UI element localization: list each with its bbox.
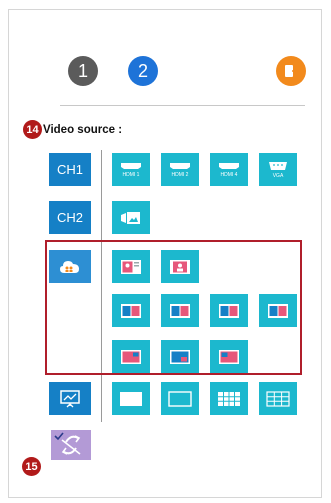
channel-ch1-button[interactable]: CH1 <box>49 153 91 186</box>
grid-1-button[interactable] <box>112 382 150 415</box>
source-hdmi4-button[interactable]: HDMI 4 <box>210 153 248 186</box>
grid-outline-icon <box>168 390 192 407</box>
channel-ch2-button[interactable]: CH2 <box>49 201 91 234</box>
presentation-icon <box>60 389 80 407</box>
source-hdmi2-button[interactable]: HDMI 2 <box>161 153 199 186</box>
grid-4x3-icon <box>218 391 240 406</box>
source-label: HDMI 1 <box>122 171 140 178</box>
exit-icon <box>285 65 299 77</box>
source-label: HDMI 4 <box>220 171 238 178</box>
camera-picture-icon <box>121 211 140 224</box>
divider <box>60 105 305 106</box>
whiteboard-button[interactable] <box>49 382 91 415</box>
source-vga-button[interactable]: VGA <box>259 153 297 186</box>
grid-lines-button[interactable] <box>259 382 297 415</box>
exit-button[interactable] <box>276 56 306 86</box>
hdmi-port-icon <box>121 162 141 169</box>
source-hdmi1-button[interactable]: HDMI 1 <box>112 153 150 186</box>
grid-outline-button[interactable] <box>161 382 199 415</box>
grid-single-icon <box>120 391 142 406</box>
video-source-label: Video source : <box>43 124 123 136</box>
sync-checked-icon <box>54 432 81 455</box>
hdmi-port-icon <box>170 162 190 169</box>
hdmi-port-icon <box>219 162 239 169</box>
callout-badge-15: 15 <box>22 457 41 476</box>
vga-port-icon <box>269 161 287 170</box>
step-1-button[interactable]: 1 <box>68 56 98 86</box>
grid-lines-icon <box>266 390 290 407</box>
source-label: HDMI 2 <box>171 171 189 178</box>
sync-toggle-button[interactable] <box>51 430 91 460</box>
source-camera-button[interactable] <box>112 201 150 234</box>
highlight-box <box>45 240 302 375</box>
callout-badge-14: 14 <box>23 120 42 139</box>
grid-filled-button[interactable] <box>210 382 248 415</box>
source-label: VGA <box>272 172 284 179</box>
step-2-button[interactable]: 2 <box>128 56 158 86</box>
